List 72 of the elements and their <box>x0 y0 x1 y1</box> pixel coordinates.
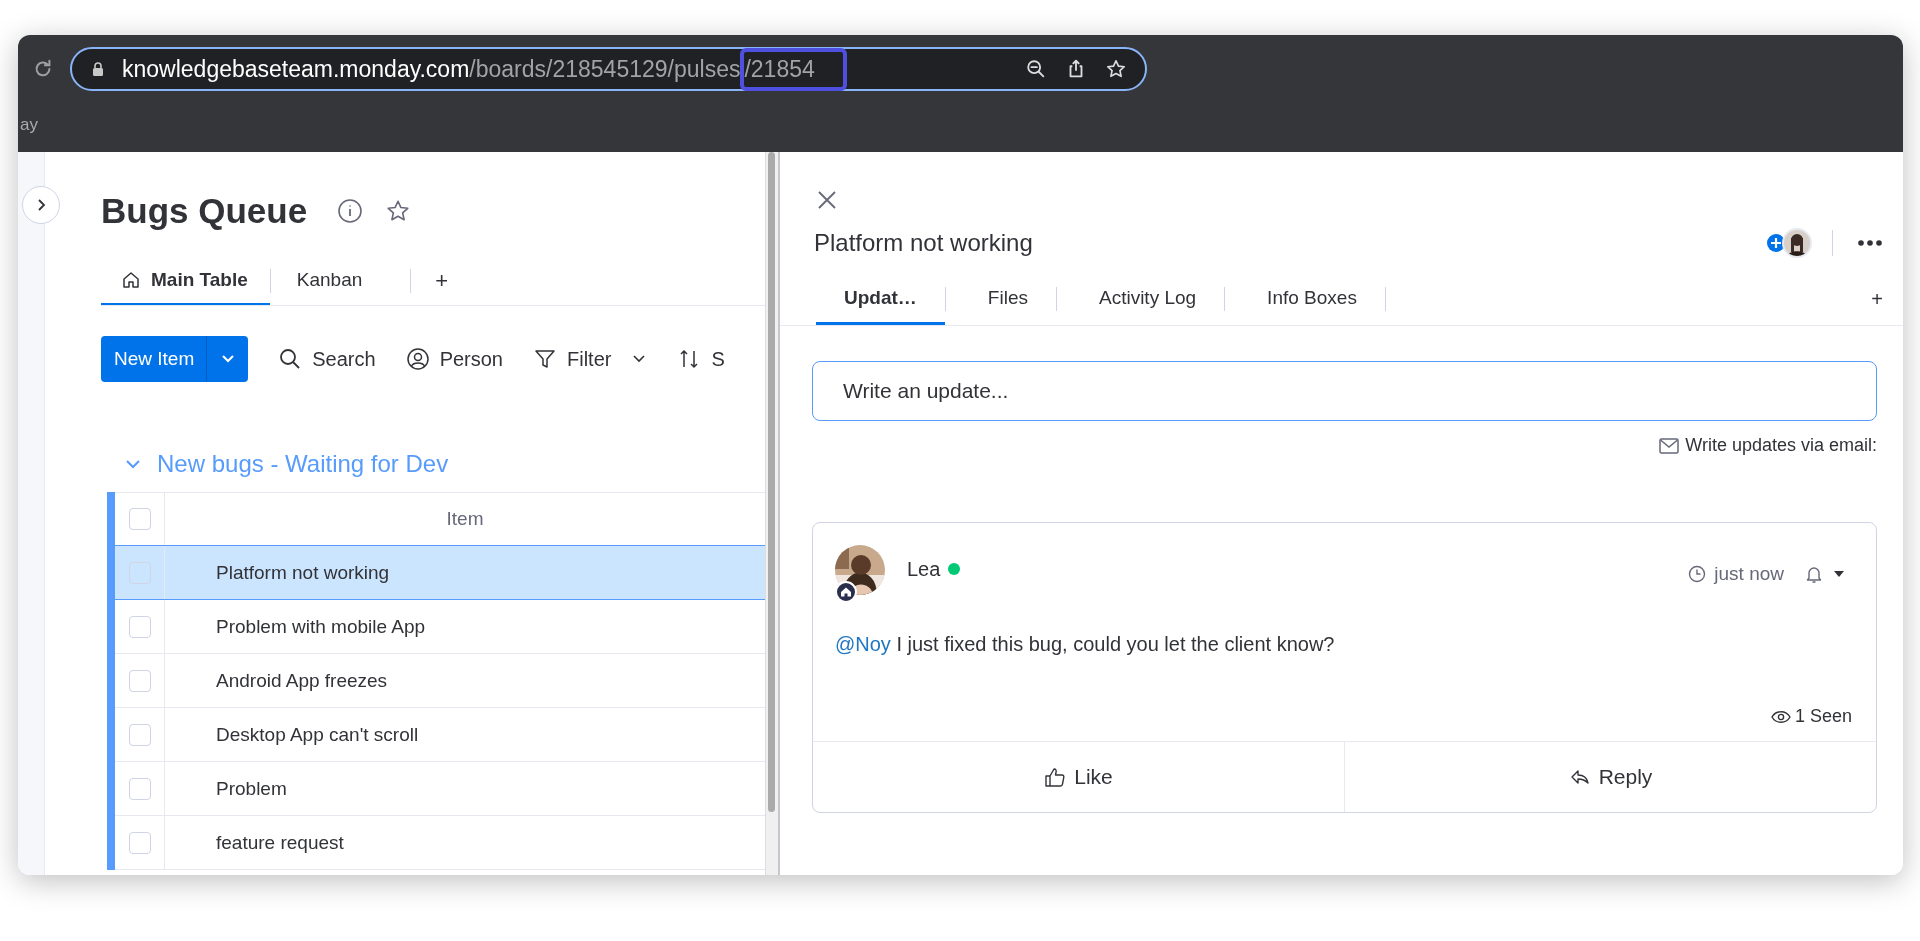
item-name: Platform not working <box>215 560 391 585</box>
caret-icon[interactable] <box>1832 569 1846 579</box>
mention-link[interactable]: @Noy <box>835 633 891 655</box>
update-time: just now <box>1714 563 1784 585</box>
bell-icon[interactable] <box>1804 564 1824 584</box>
update-text: @Noy I just fixed this bug, could you let the client know? <box>835 633 1336 656</box>
eye-icon <box>1770 709 1791 724</box>
url-highlight: /21854 <box>740 47 847 91</box>
checkbox[interactable] <box>128 777 151 800</box>
checkbox[interactable] <box>128 669 151 692</box>
author-name[interactable]: Lea <box>907 557 941 581</box>
url-path: /boards/218545129/pulses <box>469 55 741 83</box>
view-tab[interactable]: Main Table <box>101 257 270 305</box>
scrollbar[interactable] <box>765 152 778 875</box>
checkbox[interactable] <box>128 615 151 638</box>
collapse-icon[interactable] <box>123 457 143 471</box>
add-view-button[interactable]: + <box>425 268 459 294</box>
checkbox[interactable] <box>128 508 151 530</box>
home-badge-icon <box>835 581 857 603</box>
checkbox[interactable] <box>128 831 151 854</box>
more-icon[interactable] <box>1857 239 1883 247</box>
caret-icon[interactable] <box>631 353 648 365</box>
column-header: Item <box>445 507 485 531</box>
filter-tool[interactable]: Filter <box>533 347 648 371</box>
item-name: Desktop App can't scroll <box>215 722 420 747</box>
add-subscriber-icon[interactable] <box>1766 233 1786 253</box>
add-tab-button[interactable]: + <box>1871 287 1883 311</box>
item-title: Platform not working <box>814 229 1034 257</box>
email-link[interactable]: Write updates via email: <box>1659 435 1877 456</box>
address-bar[interactable]: knowledgebaseteam.monday.com/boards/218545129/pulses /21854 <box>70 47 1147 91</box>
checkbox[interactable] <box>128 561 151 584</box>
close-icon[interactable] <box>817 190 837 210</box>
seen-count[interactable]: 1 Seen <box>1770 706 1852 727</box>
update-field[interactable]: Write an update... <box>812 361 1877 421</box>
expand-button[interactable] <box>22 186 60 224</box>
bookmark[interactable]: ay <box>20 115 38 135</box>
info-icon[interactable] <box>337 198 364 224</box>
panel-tab[interactable]: Activity Log <box>1070 274 1225 325</box>
new-item-button[interactable]: New Item <box>101 336 249 382</box>
table-row[interactable]: Android App freezes <box>115 654 765 708</box>
lock-icon <box>92 61 104 77</box>
table-row[interactable]: feature request <box>115 816 765 870</box>
search-tool[interactable]: Search <box>278 347 376 371</box>
envelope-icon <box>1659 437 1680 454</box>
reply-button[interactable]: Reply <box>1344 742 1876 812</box>
sort-tool[interactable]: S <box>677 347 725 371</box>
view-tab[interactable]: Kanban <box>284 257 411 305</box>
clock-icon <box>1688 565 1707 583</box>
like-button[interactable]: Like <box>813 742 1344 812</box>
checkbox[interactable] <box>128 723 151 746</box>
item-name: Problem <box>215 776 288 801</box>
filter-icon <box>533 347 557 371</box>
table-row[interactable]: Problem <box>115 762 765 816</box>
item-name: Android App freezes <box>215 668 389 693</box>
url-domain: knowledgebaseteam.monday.com <box>122 55 470 83</box>
panel-tab[interactable]: Files <box>959 274 1056 325</box>
table-row[interactable]: Problem with mobile App <box>115 600 765 654</box>
item-name: Problem with mobile App <box>215 614 427 639</box>
panel-tab[interactable]: Updat… <box>816 274 945 325</box>
table-row[interactable]: Desktop App can't scroll <box>115 708 765 762</box>
chevron-right-icon <box>36 198 46 212</box>
table-row[interactable]: Platform not working <box>115 545 765 600</box>
person-tool[interactable]: Person <box>405 347 503 371</box>
thumbs-up-icon <box>1044 766 1067 788</box>
star-icon[interactable] <box>1105 58 1127 80</box>
home-icon <box>121 270 141 290</box>
person-icon <box>405 347 430 371</box>
panel-tab[interactable]: Info Boxes <box>1239 274 1385 325</box>
scroll-thumb[interactable] <box>768 152 775 812</box>
board-title: Bugs Queue <box>101 191 308 231</box>
zoom-out-icon[interactable] <box>1025 58 1047 80</box>
item-name: feature request <box>215 830 345 855</box>
